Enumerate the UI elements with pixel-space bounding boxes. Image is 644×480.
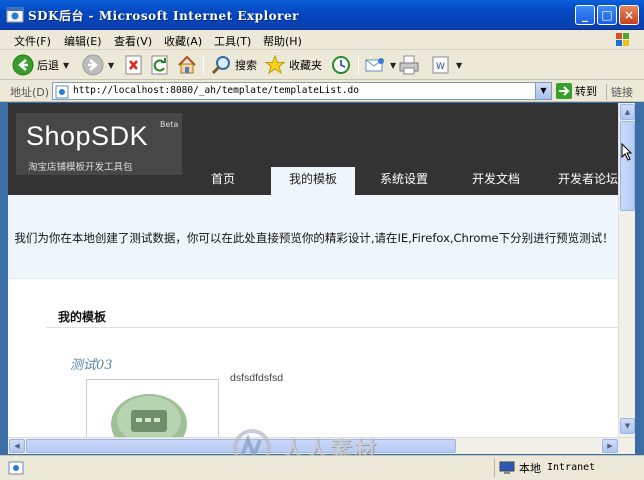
zone-name: Intranet (547, 462, 596, 473)
menu-view[interactable]: 查看(V) (114, 33, 152, 49)
stop-button[interactable] (124, 54, 144, 76)
edit-dropdown-icon[interactable]: ▼ (456, 61, 462, 70)
address-dropdown-icon[interactable]: ▼ (535, 83, 551, 99)
forward-button[interactable]: ▼ (82, 54, 114, 76)
nav-my-templates[interactable]: 我的模板 (271, 167, 355, 195)
menu-edit[interactable]: 编辑(E) (64, 33, 102, 49)
mouse-cursor-icon (621, 143, 633, 161)
ie-app-icon (6, 7, 24, 23)
intranet-zone-icon (499, 461, 515, 474)
links-button[interactable]: 链接 (606, 84, 633, 100)
mail-dropdown-icon[interactable]: ▼ (390, 61, 396, 70)
title-bar[interactable]: SDK后台 - Microsoft Internet Explorer _ □ … (0, 0, 644, 30)
minimize-button[interactable]: _ (575, 5, 595, 25)
beta-badge: Beta (160, 120, 179, 129)
status-bar: 本地 Intranet (0, 455, 644, 480)
notice-text: 我们为你在本地创建了测试数据，你可以在此处直接预览你的精彩设计,请在IE,Fir… (14, 231, 614, 245)
windows-logo-icon (616, 33, 629, 46)
site-header: ShopSDK Beta 淘宝店铺模板开发工具包 首页 我的模板 系统设置 开发… (8, 103, 618, 195)
favorites-label: 收藏夹 (289, 59, 322, 72)
back-dropdown-icon[interactable]: ▼ (63, 61, 69, 70)
back-label: 后退 (37, 59, 59, 72)
favorites-star-icon (264, 54, 286, 75)
site-logo[interactable]: ShopSDK Beta 淘宝店铺模板开发工具包 (16, 113, 182, 175)
toolbar-separator (203, 55, 204, 75)
go-label: 转到 (575, 85, 597, 98)
favorites-button[interactable]: 收藏夹 (264, 54, 322, 76)
page-status-icon (8, 461, 24, 475)
scroll-up-icon[interactable]: ▲ (620, 104, 635, 120)
logo-text: ShopSDK (26, 121, 149, 151)
security-zone: 本地 Intranet (494, 458, 638, 477)
stop-icon (125, 55, 142, 75)
address-url: http://localhost:8080/_ah/template/templ… (73, 85, 359, 96)
logo-tagline: 淘宝店铺模板开发工具包 (28, 162, 133, 173)
menu-favorites[interactable]: 收藏(A) (164, 33, 202, 49)
back-arrow-icon (12, 54, 34, 76)
nav-home[interactable]: 首页 (194, 167, 252, 195)
address-input[interactable]: http://localhost:8080/_ah/template/templ… (52, 82, 552, 100)
menu-tools[interactable]: 工具(T) (214, 33, 251, 49)
scroll-down-icon[interactable]: ▼ (620, 418, 635, 434)
mail-icon (365, 58, 384, 72)
page-icon (55, 85, 69, 99)
menu-file[interactable]: 文件(F) (14, 33, 51, 49)
page-viewport: ShopSDK Beta 淘宝店铺模板开发工具包 首页 我的模板 系统设置 开发… (8, 103, 618, 437)
maximize-button[interactable]: □ (597, 5, 617, 25)
search-button[interactable]: 搜索 (210, 54, 257, 76)
template-description: dsfsdfdsfsd (230, 372, 284, 384)
notice-banner: 我们为你在本地创建了测试数据，你可以在此处直接预览你的精彩设计,请在IE,Fir… (8, 195, 618, 279)
section-title: 我的模板 (58, 310, 107, 324)
svg-text:W: W (436, 62, 445, 72)
close-button[interactable]: × (619, 5, 639, 25)
home-icon (178, 55, 196, 74)
nav-dev-forum[interactable]: 开发者论坛 (548, 167, 618, 195)
search-label: 搜索 (235, 59, 257, 72)
template-thumbnail[interactable] (86, 379, 219, 437)
address-bar: 地址(D) http://localhost:8080/_ah/template… (0, 80, 644, 102)
menu-bar: 文件(F) 编辑(E) 查看(V) 收藏(A) 工具(T) 帮助(H) (0, 30, 644, 50)
refresh-button[interactable] (150, 54, 170, 76)
forward-dropdown-icon[interactable]: ▼ (108, 61, 114, 70)
window-title: SDK后台 - Microsoft Internet Explorer (28, 9, 299, 23)
go-arrow-icon (556, 83, 572, 99)
edit-button[interactable]: W ▼ (430, 54, 462, 76)
scroll-left-icon[interactable]: ◀ (9, 439, 25, 453)
toolbar-separator (358, 55, 359, 75)
back-button[interactable]: 后退 ▼ (12, 54, 69, 76)
menu-help[interactable]: 帮助(H) (263, 33, 302, 49)
refresh-icon (151, 55, 168, 75)
forward-arrow-icon (82, 54, 104, 76)
template-name-link[interactable]: 测试03 (70, 354, 113, 373)
zone-label: 本地 (519, 461, 541, 475)
home-button[interactable] (176, 54, 198, 76)
word-edit-icon: W (432, 56, 449, 74)
print-icon (399, 55, 419, 75)
toolbar: 后退 ▼ ▼ 搜索 收藏夹 ▼ W ▼ (0, 50, 644, 80)
section-divider (46, 327, 618, 328)
nav-dev-docs[interactable]: 开发文档 (462, 167, 530, 195)
go-button[interactable]: 转到 (556, 83, 597, 99)
vertical-scroll-thumb[interactable] (620, 121, 635, 211)
mail-button[interactable]: ▼ (364, 54, 396, 76)
nav-system-settings[interactable]: 系统设置 (370, 167, 438, 195)
search-icon (211, 56, 230, 75)
history-button[interactable] (330, 54, 352, 76)
print-button[interactable] (398, 54, 420, 76)
scroll-right-icon[interactable]: ▶ (602, 439, 618, 453)
address-label: 地址(D) (10, 86, 50, 99)
template-preview-icon (111, 394, 187, 437)
history-icon (332, 56, 350, 74)
